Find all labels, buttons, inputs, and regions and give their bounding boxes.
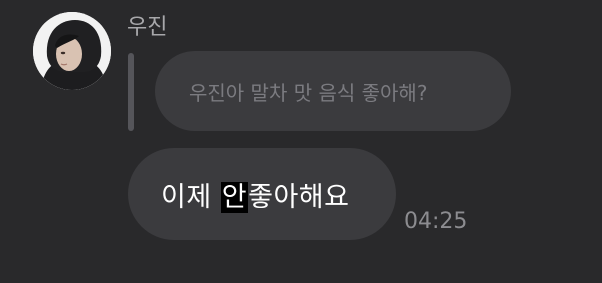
quoted-reply-bubble[interactable]: 우진아 말차 맛 음식 좋아해?	[155, 51, 511, 131]
message-text-after: 좋아해요	[248, 181, 350, 213]
reply-indicator-bar	[128, 53, 134, 131]
message-text: 이제 안좋아해요	[161, 175, 349, 214]
sender-name: 우진	[127, 15, 168, 40]
person-hoodie-icon	[33, 12, 111, 90]
message-text-highlight: 안	[220, 181, 249, 213]
message-bubble[interactable]: 이제 안좋아해요	[128, 148, 396, 240]
avatar[interactable]	[33, 12, 111, 90]
message-text-before: 이제	[161, 181, 221, 213]
quoted-message-text: 우진아 말차 맛 음식 좋아해?	[189, 80, 428, 105]
message-timestamp: 04:25	[404, 209, 468, 234]
